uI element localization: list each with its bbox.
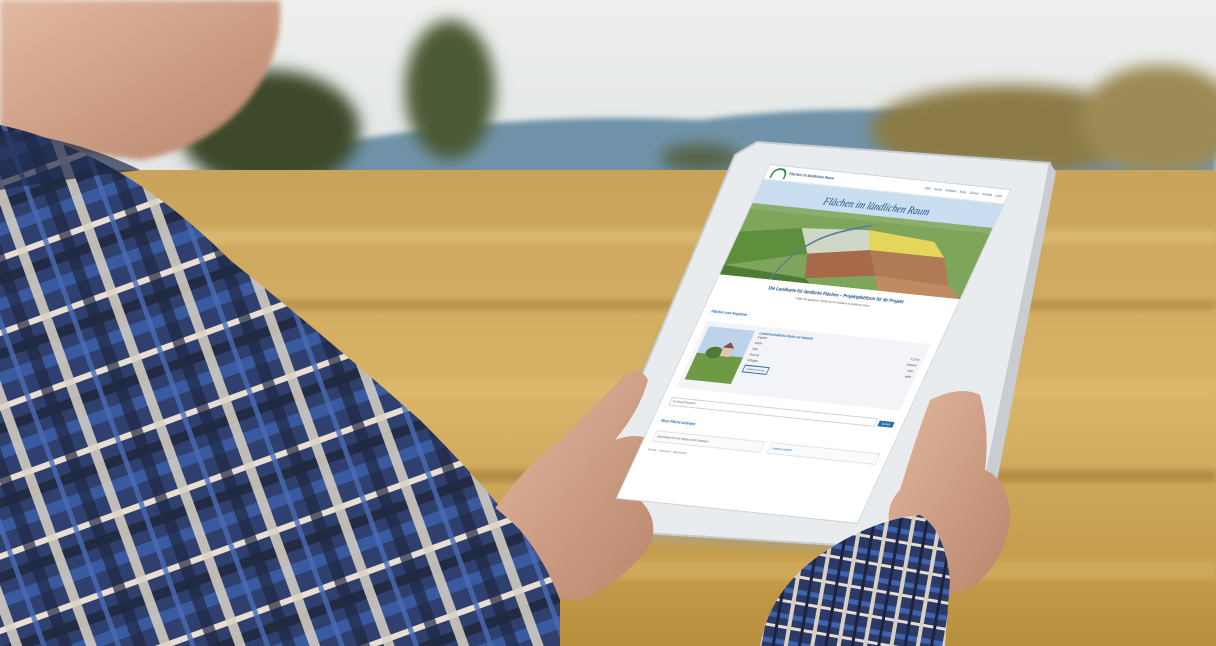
listing-row-value: sofort bbox=[904, 374, 913, 379]
site-logo-icon bbox=[769, 166, 790, 179]
nav-item-login[interactable]: Login bbox=[994, 193, 1003, 198]
listing-details-button[interactable]: Details ansehen bbox=[741, 364, 770, 375]
nav-item-karte[interactable]: Karte bbox=[959, 190, 967, 195]
listing-row-value: 12,5 ha bbox=[909, 357, 920, 362]
listing-row-label: Lage bbox=[751, 346, 759, 351]
search-button[interactable]: Suchen bbox=[877, 420, 895, 428]
offer-form-link[interactable]: Angebot erstellen bbox=[772, 446, 793, 452]
listing-row-value: Acker bbox=[906, 368, 915, 374]
listing-row-label: Nutzung bbox=[748, 352, 760, 358]
photo-scene: Flächen im ländlichen Raum Start Suche A… bbox=[0, 0, 1216, 646]
offer-heading[interactable]: Neue Fläche anbieten bbox=[660, 418, 696, 426]
offers-link[interactable]: Flächen und Angebote bbox=[711, 309, 749, 317]
background-photo bbox=[0, 0, 1216, 646]
listing-row-label: Größe bbox=[754, 340, 764, 346]
nav-item-service[interactable]: Service bbox=[969, 191, 980, 196]
site-logo-text: Flächen im ländlichen Raum bbox=[788, 171, 836, 181]
listing-info: Landwirtschaftliche Fläche mit Hofstelle… bbox=[734, 331, 924, 405]
nav-item-anbieten[interactable]: Anbieten bbox=[944, 188, 957, 193]
listing-row-label: Verfügbar bbox=[746, 358, 759, 363]
nav-item-start[interactable]: Start bbox=[924, 186, 932, 190]
nav-item-kontakt[interactable]: Kontakt bbox=[982, 192, 993, 197]
listing-row-value: Ortsrand bbox=[905, 362, 918, 368]
nav-item-suche[interactable]: Suche bbox=[933, 187, 943, 192]
